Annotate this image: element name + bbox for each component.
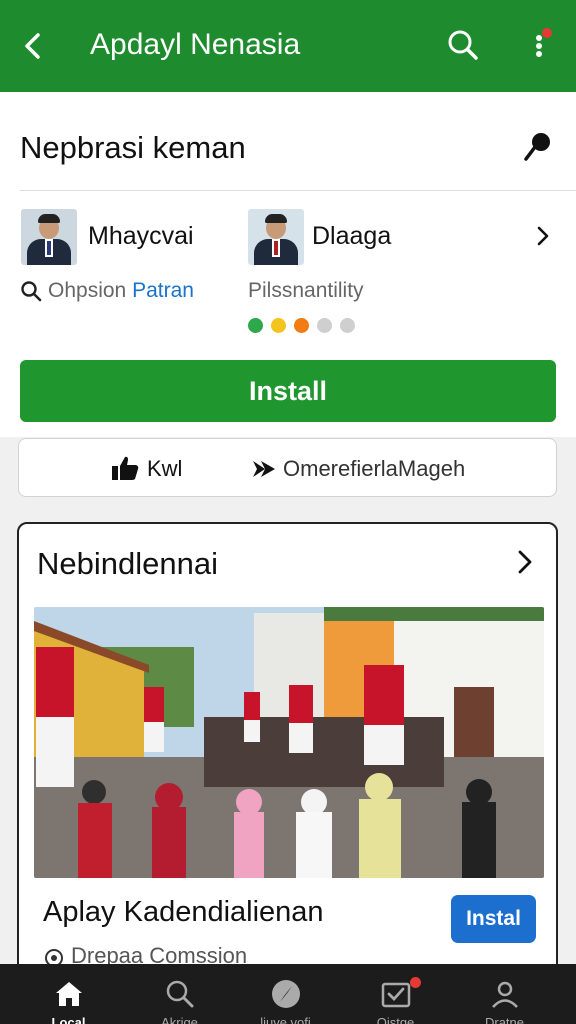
subtitle-link[interactable]: Patran: [132, 279, 194, 302]
app-bar-title: Apdayl Nenasia: [90, 28, 301, 61]
indicator-dot[interactable]: [340, 318, 355, 333]
search-icon[interactable]: [446, 28, 480, 62]
person-subtitle[interactable]: Ohpsion Patran: [48, 279, 194, 303]
home-icon: [56, 982, 82, 1006]
nav-label: Akrige: [161, 1015, 198, 1024]
install-button[interactable]: Install: [20, 360, 556, 422]
like-label[interactable]: Kwl: [147, 456, 182, 482]
avatar[interactable]: [21, 209, 77, 265]
thumbs-up-icon[interactable]: [111, 455, 139, 481]
person-subtitle: Pilssnantility: [248, 279, 364, 302]
action-row: Kwl OmerefierlaMageh: [18, 438, 557, 497]
indicator-dot[interactable]: [271, 318, 286, 333]
share-arrow-icon[interactable]: [251, 457, 277, 481]
nav-item-inbox[interactable]: Ojstqe: [338, 964, 453, 1024]
pin-icon[interactable]: [522, 130, 552, 162]
profile-icon: [492, 981, 518, 1008]
section-title[interactable]: Nebindlennai: [37, 546, 218, 582]
subtitle-text: Ohpsion: [48, 279, 127, 302]
notification-badge: [410, 977, 421, 988]
person-name[interactable]: Mhaycvai: [88, 222, 194, 251]
avatar[interactable]: [248, 209, 304, 265]
divider: [20, 190, 576, 191]
indicator-dot[interactable]: [294, 318, 309, 333]
compass-icon: [272, 980, 300, 1008]
nav-item-local[interactable]: Local: [11, 964, 126, 1024]
nav-item-search[interactable]: Akrige: [122, 964, 237, 1024]
indicator-dot[interactable]: [317, 318, 332, 333]
person-name[interactable]: Dlaaga: [312, 222, 391, 251]
nav-label: Local: [51, 1015, 86, 1024]
nav-item-profile[interactable]: Dratne: [447, 964, 562, 1024]
nav-item-explore[interactable]: liuve vofi: [228, 964, 343, 1024]
street-parade-photo[interactable]: [34, 607, 544, 878]
main-card: Nepbrasi keman Mhaycvai Ohpsion Patran D…: [0, 92, 576, 437]
bottom-nav: Local Akrige liuve vofi Ojstqe Dratne: [0, 964, 576, 1024]
app-title[interactable]: Aplay Kadendialienan: [43, 896, 324, 929]
nav-label: liuve vofi: [260, 1015, 311, 1024]
search-icon: [21, 281, 42, 302]
card-heading: Nepbrasi keman: [20, 130, 246, 165]
chevron-right-icon[interactable]: [513, 549, 537, 575]
app-bar: Apdayl Nenasia: [0, 0, 576, 92]
indicator-dot[interactable]: [248, 318, 263, 333]
search-icon: [166, 980, 194, 1008]
notification-dot: [542, 28, 552, 38]
share-label[interactable]: OmerefierlaMageh: [283, 456, 465, 482]
nav-label: Dratne: [484, 1015, 525, 1024]
chevron-right-icon[interactable]: [532, 225, 554, 247]
nav-label: Ojstqe: [376, 1015, 415, 1024]
install-button[interactable]: Instal: [451, 895, 536, 943]
back-arrow-icon[interactable]: [18, 30, 50, 62]
page-indicator: [248, 318, 355, 333]
featured-card[interactable]: Nebindlennai Aplay Kadendialienan Instal…: [17, 522, 558, 982]
inbox-check-icon: [381, 982, 411, 1008]
